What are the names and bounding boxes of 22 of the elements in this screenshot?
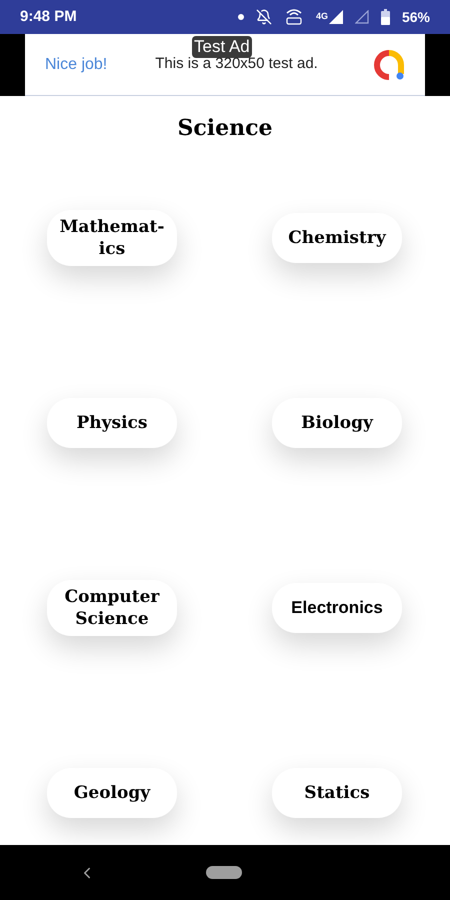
subject-button[interactable]: Mathemat-ics: [47, 210, 177, 266]
volte-icon: [284, 9, 304, 25]
subject-button[interactable]: Physics: [47, 398, 177, 448]
subject-button[interactable]: Geology: [47, 768, 177, 818]
clock: 9:48 PM: [20, 6, 77, 27]
home-button[interactable]: [206, 866, 242, 879]
subject-button[interactable]: Electronics: [272, 582, 402, 632]
network-type: 4G: [316, 10, 328, 23]
signal-icon: [328, 10, 343, 24]
subject-button[interactable]: Computer Science: [47, 580, 177, 636]
subject-button[interactable]: Chemistry: [272, 212, 402, 262]
subject-button[interactable]: Biology: [272, 398, 402, 448]
page-title: Science: [176, 114, 274, 143]
battery-level: 56%: [402, 8, 430, 26]
subject-button[interactable]: Statics: [272, 768, 402, 818]
battery-icon: [380, 9, 390, 25]
empty-signal-icon: [354, 10, 369, 24]
ad-label: Test Ad: [192, 36, 252, 58]
bell-off-icon: [256, 9, 272, 25]
ad-logo-icon: [373, 48, 405, 80]
ad-headline: Nice job!: [45, 54, 108, 74]
notification-dot-icon: [238, 14, 244, 20]
